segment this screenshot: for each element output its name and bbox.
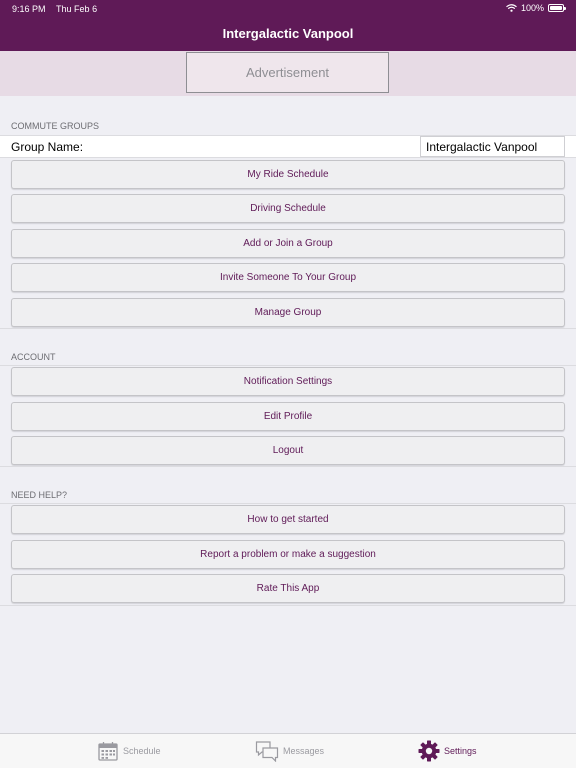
chat-bubbles-icon <box>255 741 279 762</box>
tab-messages[interactable]: Messages <box>255 739 324 763</box>
add-or-join-group-button[interactable]: Add or Join a Group <box>11 229 565 258</box>
tab-settings-label: Settings <box>444 746 477 756</box>
status-date: Thu Feb 6 <box>56 4 98 14</box>
my-ride-schedule-button[interactable]: My Ride Schedule <box>11 160 565 189</box>
calendar-icon <box>98 742 118 761</box>
wifi-icon <box>506 4 517 12</box>
tab-schedule-label: Schedule <box>123 746 161 756</box>
logout-button[interactable]: Logout <box>11 436 565 465</box>
section-header-need-help: NEED HELP? <box>11 490 68 500</box>
group-name-label: Group Name: <box>11 140 84 154</box>
driving-schedule-button[interactable]: Driving Schedule <box>11 194 565 223</box>
status-time: 9:16 PM <box>12 4 46 14</box>
gear-icon <box>418 740 440 762</box>
status-bar: 9:16 PM Thu Feb 6 100% <box>0 0 576 18</box>
group-name-field[interactable] <box>420 136 565 157</box>
report-problem-button[interactable]: Report a problem or make a suggestion <box>11 540 565 569</box>
tab-bar: Schedule Messages Settings <box>0 733 576 768</box>
section-divider <box>0 365 576 366</box>
how-to-get-started-button[interactable]: How to get started <box>11 505 565 534</box>
group-name-row: Group Name: <box>0 135 576 158</box>
status-left: 9:16 PM Thu Feb 6 <box>12 4 97 14</box>
ad-band: Advertisement <box>0 51 576 96</box>
tab-schedule[interactable]: Schedule <box>97 739 161 763</box>
tab-settings[interactable]: Settings <box>418 739 477 763</box>
section-divider <box>0 328 576 329</box>
manage-group-button[interactable]: Manage Group <box>11 298 565 327</box>
advertisement-banner[interactable]: Advertisement <box>186 52 389 93</box>
navigation-bar: Intergalactic Vanpool <box>0 18 576 51</box>
section-divider <box>0 605 576 606</box>
status-right: 100% <box>506 3 566 13</box>
nav-title: Intergalactic Vanpool <box>222 26 354 41</box>
edit-profile-button[interactable]: Edit Profile <box>11 402 565 431</box>
section-divider <box>0 466 576 467</box>
battery-percent: 100% <box>520 3 544 13</box>
notification-settings-button[interactable]: Notification Settings <box>11 367 565 396</box>
tab-messages-label: Messages <box>283 746 325 756</box>
invite-someone-button[interactable]: Invite Someone To Your Group <box>11 263 565 292</box>
section-header-commute-groups: COMMUTE GROUPS <box>11 121 100 131</box>
rate-this-app-button[interactable]: Rate This App <box>11 574 565 603</box>
battery-icon <box>548 4 566 12</box>
section-divider <box>0 503 576 504</box>
section-header-account: ACCOUNT <box>11 352 56 362</box>
